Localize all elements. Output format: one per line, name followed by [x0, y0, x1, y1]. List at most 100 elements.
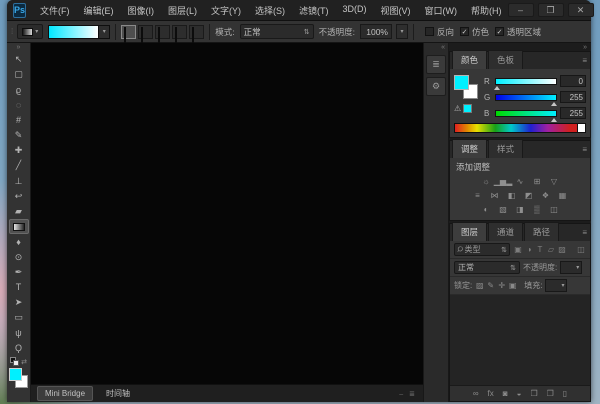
diamond-gradient-button[interactable] [189, 25, 204, 39]
lock-position-icon[interactable]: ✛ [497, 281, 506, 290]
color-spectrum-ramp[interactable] [454, 123, 578, 133]
gradient-editor-preview[interactable]: ▾ [48, 25, 110, 39]
slider-value[interactable]: 255 [560, 107, 586, 119]
rectangular-marquee-tool[interactable]: ▢ [9, 67, 29, 82]
curves-icon[interactable]: ∿ [513, 175, 527, 187]
tab-swatches[interactable]: 色板 [488, 50, 523, 69]
eyedropper-tool[interactable]: ✎ [9, 128, 29, 143]
dodge-tool[interactable]: ⊙ [9, 249, 29, 264]
invert-icon[interactable]: ◐ [479, 203, 493, 215]
checkbox-transparency[interactable]: 透明区域 [495, 26, 541, 38]
pen-tool[interactable]: ✒ [9, 265, 29, 280]
blur-tool[interactable]: ♦ [9, 234, 29, 249]
minimize-button[interactable]: – [508, 3, 534, 17]
filter-shape-layers-icon[interactable]: ▱ [546, 245, 556, 254]
radial-gradient-button[interactable] [138, 25, 153, 39]
tool-preset-picker[interactable]: ▾ [17, 24, 43, 39]
history-brush-tool[interactable]: ↩ [9, 189, 29, 204]
photo-filter-icon[interactable]: ◩ [522, 189, 536, 201]
slider-track[interactable] [495, 110, 557, 117]
exposure-icon[interactable]: ⊞ [530, 175, 544, 187]
hand-tool[interactable]: ψ [9, 325, 29, 340]
slider-thumb-icon[interactable] [551, 118, 557, 122]
vibrance-icon[interactable]: ▽ [547, 175, 561, 187]
filter-adjustment-layers-icon[interactable]: ◑ [524, 245, 534, 254]
menu-帮助(H)[interactable]: 帮助(H) [465, 2, 508, 19]
type-tool[interactable]: T [9, 280, 29, 295]
panel-menu-icon[interactable]: ≡ [582, 228, 587, 237]
move-tool[interactable]: ↖ [9, 52, 29, 67]
path-selection-tool[interactable]: ➤ [9, 295, 29, 310]
clone-stamp-tool[interactable]: ⊥ [9, 174, 29, 189]
panel-menu-icon[interactable]: ≡ [582, 145, 587, 154]
toolbar-collapse-icon[interactable]: » [17, 43, 21, 52]
maximize-button[interactable]: ❐ [538, 3, 564, 17]
opacity-input[interactable]: 100% [360, 24, 392, 39]
lock-transparency-icon[interactable]: ▨ [475, 281, 484, 290]
layer-style-icon[interactable]: fx [488, 389, 494, 398]
quick-selection-tool[interactable]: ◌ [9, 98, 29, 113]
history-panel-icon[interactable]: ≣ [426, 55, 446, 74]
dock-expand-icon[interactable]: « [441, 43, 448, 52]
hue-saturation-icon[interactable]: ≡ [471, 189, 485, 201]
tab-paths[interactable]: 路径 [524, 222, 559, 241]
menu-图层(L)[interactable]: 图层(L) [162, 2, 203, 19]
mini-bridge-button[interactable]: Mini Bridge [37, 386, 93, 401]
foreground-color-swatch[interactable] [454, 75, 469, 90]
spot-healing-brush-tool[interactable]: ✚ [9, 143, 29, 158]
blend-mode-select[interactable]: 正常 ⇅ [240, 24, 314, 39]
eraser-tool[interactable]: ▰ [9, 204, 29, 219]
lasso-tool[interactable]: ϱ [9, 82, 29, 97]
menu-文字(Y)[interactable]: 文字(Y) [205, 2, 247, 19]
link-layers-icon[interactable]: ∞ [473, 389, 479, 398]
tab-styles[interactable]: 样式 [488, 139, 523, 158]
angle-gradient-button[interactable] [155, 25, 170, 39]
menu-滤镜(T)[interactable]: 滤镜(T) [293, 2, 335, 19]
color-lookup-icon[interactable]: ▦ [556, 189, 570, 201]
new-layer-icon[interactable]: ❐ [547, 389, 554, 398]
threshold-icon[interactable]: ◨ [513, 203, 527, 215]
timeline-button[interactable]: 时间轴 [99, 386, 137, 401]
spectrum-white-swatch[interactable] [578, 123, 586, 133]
checkbox-reverse[interactable]: 反向 [425, 26, 454, 38]
menu-选择(S)[interactable]: 选择(S) [249, 2, 291, 19]
foreground-color-swatch[interactable] [9, 368, 22, 381]
layer-blend-mode-select[interactable]: 正常 ⇅ [454, 261, 520, 274]
slider-thumb-icon[interactable] [551, 102, 557, 106]
slider-value[interactable]: 0 [560, 75, 586, 87]
properties-panel-icon[interactable]: ⚙ [426, 77, 446, 96]
layer-opacity-input[interactable]: ▾ [560, 261, 582, 274]
tab-color[interactable]: 颜色 [452, 50, 487, 69]
panel-menu-icon[interactable]: ≡ [582, 56, 587, 65]
channel-mixer-icon[interactable]: ❖ [539, 189, 553, 201]
zoom-tool[interactable]: Ϙ [9, 341, 29, 356]
add-layer-mask-icon[interactable]: ◙ [503, 389, 508, 398]
delete-layer-icon[interactable]: ▯ [563, 389, 567, 398]
selective-color-icon[interactable]: ◫ [547, 203, 561, 215]
opacity-dropdown-button[interactable]: ▾ [396, 24, 408, 39]
lock-pixels-icon[interactable]: ✎ [486, 281, 495, 290]
new-group-icon[interactable]: ❒ [530, 389, 537, 398]
menu-文件(F)[interactable]: 文件(F) [34, 2, 76, 19]
menu-图像(I)[interactable]: 图像(I) [122, 2, 161, 19]
slider-track[interactable] [495, 78, 557, 85]
posterize-icon[interactable]: ▧ [496, 203, 510, 215]
levels-icon[interactable]: ▁▅▂ [496, 175, 510, 187]
swap-colors-icon[interactable]: ⇄ [21, 358, 27, 366]
slider-thumb-icon[interactable] [494, 86, 500, 90]
layer-fill-input[interactable]: ▾ [545, 279, 567, 292]
gradient-picker-arrow[interactable]: ▾ [98, 26, 109, 38]
slider-value[interactable]: 255 [560, 91, 586, 103]
rectangle-tool[interactable]: ▭ [9, 310, 29, 325]
filter-toggle-icon[interactable]: ◫ [576, 245, 586, 254]
menu-编辑(E)[interactable]: 编辑(E) [78, 2, 120, 19]
black-white-icon[interactable]: ◧ [505, 189, 519, 201]
gradient-map-icon[interactable]: ▒ [530, 203, 544, 215]
menu-3D(D)[interactable]: 3D(D) [337, 2, 373, 19]
layer-filter-type-select[interactable]: Ϙ 类型 ⇅ [454, 243, 510, 256]
layers-list[interactable] [450, 295, 590, 385]
color-balance-icon[interactable]: ⋈ [488, 189, 502, 201]
slider-track[interactable] [495, 94, 557, 101]
linear-gradient-button[interactable] [121, 25, 136, 39]
filter-type-layers-icon[interactable]: T [535, 245, 545, 254]
